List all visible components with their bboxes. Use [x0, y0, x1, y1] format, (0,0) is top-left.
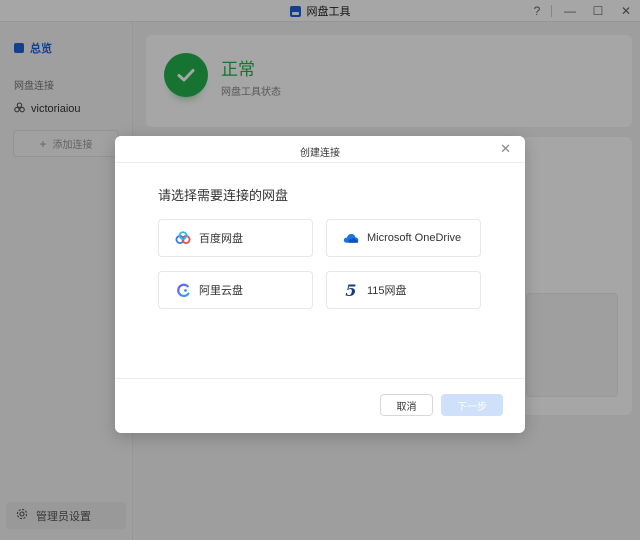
aliyun-drive-icon: [175, 282, 191, 298]
option-baidu-netdisk[interactable]: 百度网盘: [158, 219, 313, 257]
dialog-header: 创建连接 ✕: [115, 136, 525, 163]
dialog-close-icon[interactable]: ✕: [500, 142, 511, 156]
option-label: 百度网盘: [199, 233, 243, 245]
option-label: Microsoft OneDrive: [367, 232, 462, 244]
create-connection-dialog: 创建连接 ✕ 请选择需要连接的网盘 百度网盘 Microsoft OneDriv…: [115, 136, 525, 433]
dialog-footer-divider: [115, 378, 525, 379]
baidu-netdisk-icon: [175, 230, 191, 246]
option-aliyun-drive[interactable]: 阿里云盘: [158, 271, 313, 309]
option-label: 阿里云盘: [199, 285, 243, 297]
option-115-netdisk[interactable]: 5 115网盘: [326, 271, 481, 309]
cancel-button[interactable]: 取消: [380, 394, 433, 416]
option-onedrive[interactable]: Microsoft OneDrive: [326, 219, 481, 257]
next-step-button[interactable]: 下一步: [441, 394, 503, 416]
onedrive-icon: [343, 230, 359, 246]
115-icon: 5: [345, 280, 357, 300]
dialog-prompt: 请选择需要连接的网盘: [158, 188, 289, 203]
dialog-title: 创建连接: [300, 148, 340, 159]
option-label: 115网盘: [367, 285, 407, 297]
